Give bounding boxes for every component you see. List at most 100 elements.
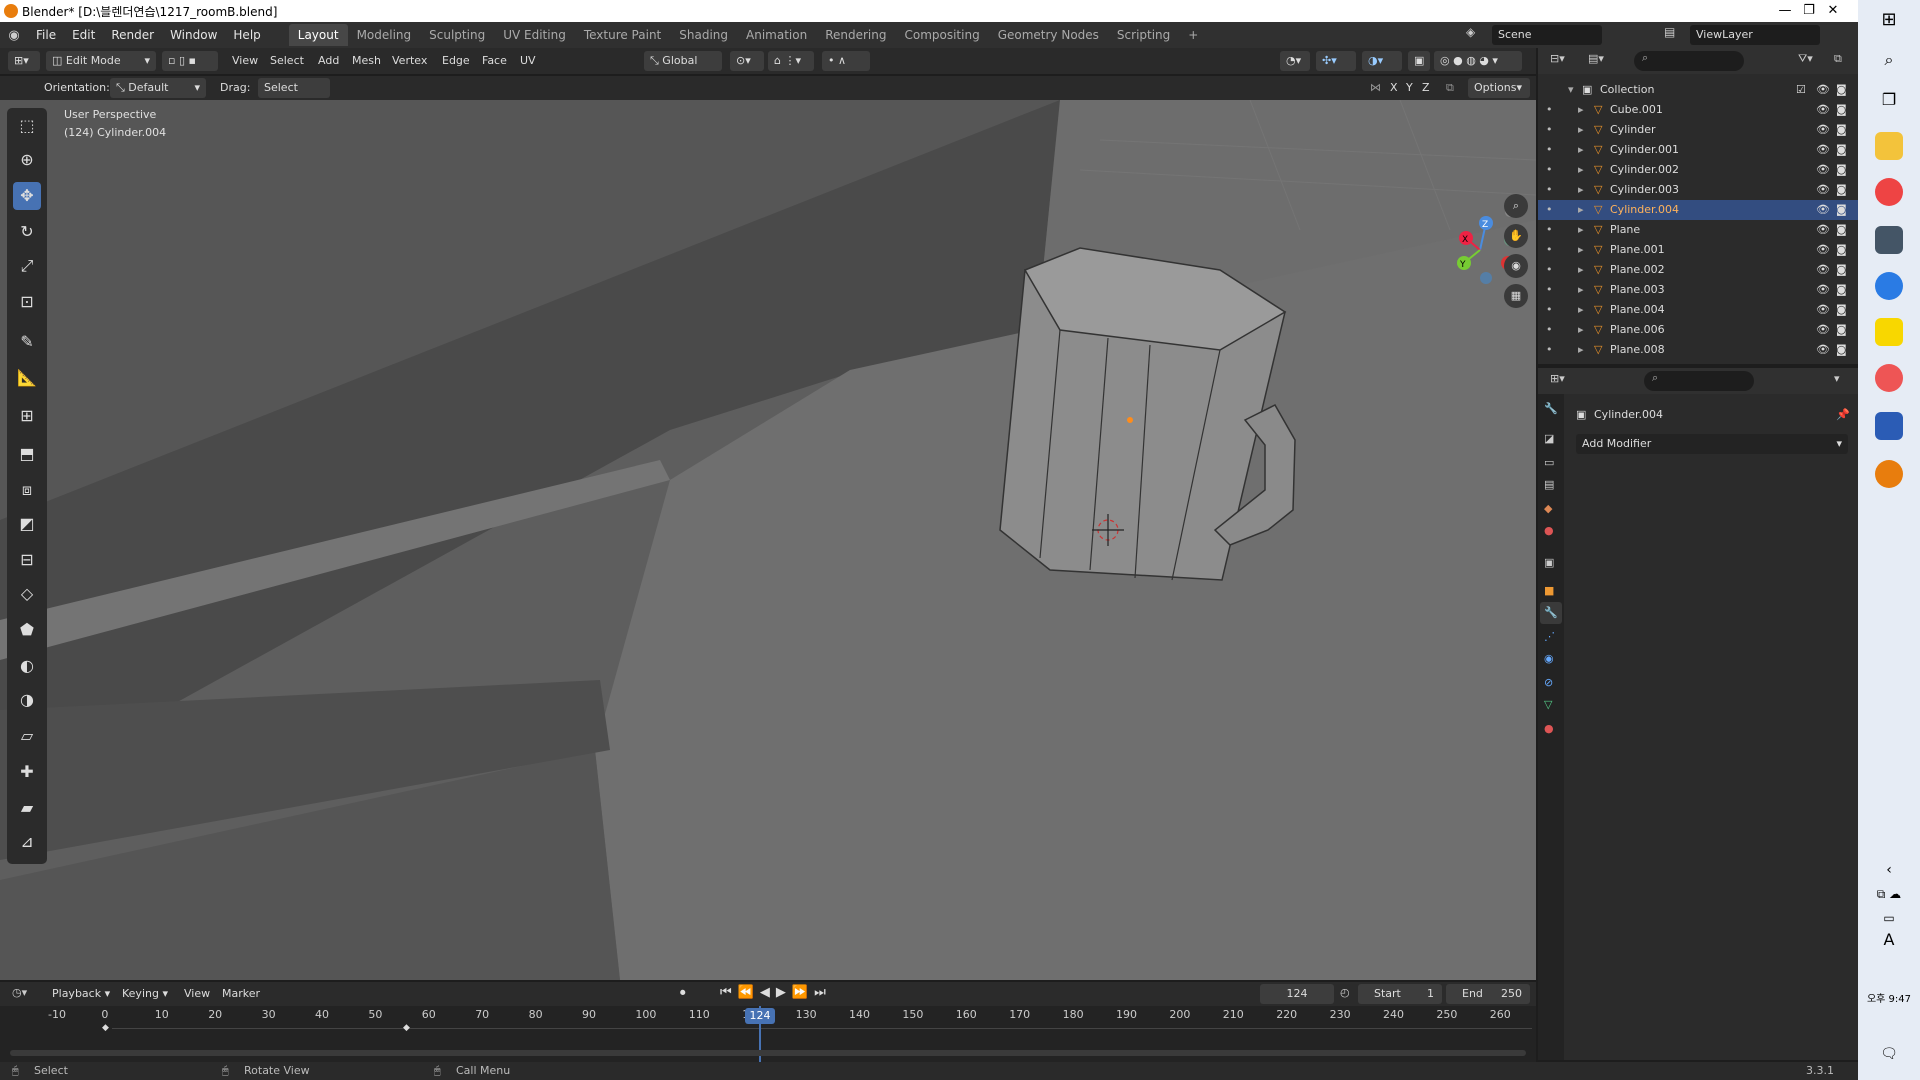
eye-icon[interactable]: 👁 <box>1816 260 1830 280</box>
camera-icon[interactable]: ◙ <box>1836 120 1847 140</box>
close-button[interactable]: ✕ <box>1810 0 1856 22</box>
select-box-icon[interactable]: ⬚ <box>13 112 41 140</box>
eye-icon[interactable]: 👁 <box>1816 280 1830 300</box>
dot-icon[interactable]: • <box>1546 140 1553 160</box>
menu-view[interactable]: View <box>232 51 258 71</box>
eye-icon[interactable]: 👁 <box>1816 100 1830 120</box>
keyframe-diamond[interactable]: ◆ <box>102 1023 109 1033</box>
outliner-item[interactable]: • ▸ ▽ Plane.001 👁 ◙ <box>1538 240 1858 260</box>
tool-tab-icon[interactable]: 🔧 <box>1544 402 1558 415</box>
extrude-tool-icon[interactable]: ⬒ <box>13 440 41 468</box>
shear-tool-icon[interactable]: ▰ <box>13 794 41 822</box>
auto-merge-icon[interactable]: ⧉ <box>1446 78 1454 98</box>
tab-animation[interactable]: Animation <box>737 24 816 46</box>
calculator-icon[interactable] <box>1875 226 1903 254</box>
menu-mesh[interactable]: Mesh <box>352 51 381 71</box>
chevron-right-icon[interactable]: ▸ <box>1578 300 1584 320</box>
tab-geometry-nodes[interactable]: Geometry Nodes <box>989 24 1108 46</box>
menu-uv[interactable]: UV <box>520 51 536 71</box>
camera-icon[interactable]: ◙ <box>1836 300 1847 320</box>
chrome-icon[interactable] <box>1875 178 1903 206</box>
eye-icon[interactable]: 👁 <box>1816 80 1830 100</box>
dot-icon[interactable]: • <box>1546 240 1553 260</box>
annotate-tool-icon[interactable]: ✎ <box>13 328 41 356</box>
chevron-right-icon[interactable]: ▸ <box>1578 200 1584 220</box>
dot-icon[interactable]: • <box>1546 340 1553 360</box>
eye-icon[interactable]: 👁 <box>1816 200 1830 220</box>
windows-start-icon[interactable]: ⊞ <box>1875 6 1903 34</box>
view-layer-tab-icon[interactable]: ▤ <box>1544 478 1554 491</box>
chevron-right-icon[interactable]: ▸ <box>1578 260 1584 280</box>
cursor-tool-icon[interactable]: ⊕ <box>13 146 41 174</box>
scale-tool-icon[interactable]: ⤢ <box>13 252 41 280</box>
chevron-right-icon[interactable]: ▸ <box>1578 240 1584 260</box>
orientation-selector[interactable]: ⤡ Default ▾ <box>110 78 206 98</box>
keyframe-diamond[interactable]: ◆ <box>403 1023 410 1033</box>
camera-icon[interactable]: ◙ <box>1836 80 1847 100</box>
options-button[interactable]: Options▾ <box>1468 78 1530 98</box>
rip-tool-icon[interactable]: ⊿ <box>13 828 41 856</box>
ortho-grid-icon[interactable]: ▦ <box>1504 284 1528 308</box>
collection-tab-icon[interactable]: ▣ <box>1544 556 1554 569</box>
chevron-right-icon[interactable]: ▸ <box>1578 320 1584 340</box>
material-tab-icon[interactable]: ● <box>1544 722 1554 735</box>
task-view-icon[interactable]: ❐ <box>1875 86 1903 114</box>
camera-icon[interactable]: ◙ <box>1836 320 1847 340</box>
knife-tool-icon[interactable]: ◇ <box>13 580 41 608</box>
outliner-item[interactable]: • ▸ ▽ Cylinder 👁 ◙ <box>1538 120 1858 140</box>
playhead-frame-badge[interactable]: 124 <box>745 1008 775 1024</box>
shrink-fatten-tool-icon[interactable]: ✚ <box>13 758 41 786</box>
camera-view-icon[interactable]: ◉ <box>1504 254 1528 278</box>
properties-search-input[interactable]: ⌕ <box>1644 371 1754 391</box>
menu-add[interactable]: Add <box>318 51 339 71</box>
record-icon[interactable]: ⏺ <box>680 986 686 1000</box>
outliner-item[interactable]: • ▸ ▽ Cube.001 👁 ◙ <box>1538 100 1858 120</box>
chevron-right-icon[interactable]: ▸ <box>1578 140 1584 160</box>
eye-icon[interactable]: 👁 <box>1816 180 1830 200</box>
dot-icon[interactable]: • <box>1546 260 1553 280</box>
kakaotalk-icon[interactable] <box>1875 318 1903 346</box>
current-frame-field[interactable]: 124 <box>1260 984 1334 1004</box>
dot-icon[interactable]: • <box>1546 100 1553 120</box>
poly-build-tool-icon[interactable]: ⬟ <box>13 616 41 644</box>
bevel-tool-icon[interactable]: ◩ <box>13 510 41 538</box>
pivot-point-button[interactable]: ⊙▾ <box>730 51 764 71</box>
tab-scripting[interactable]: Scripting <box>1108 24 1179 46</box>
scene-field[interactable]: Scene <box>1492 25 1602 45</box>
playback-controls[interactable]: ⏮⏪◀▶⏩⏭ <box>720 985 832 1000</box>
eye-icon[interactable]: 👁 <box>1816 120 1830 140</box>
blender-taskbar-icon[interactable] <box>1875 460 1903 488</box>
rotate-tool-icon[interactable]: ↻ <box>13 218 41 246</box>
outliner-item[interactable]: • ▸ ▽ Plane.006 👁 ◙ <box>1538 320 1858 340</box>
chevron-right-icon[interactable]: ▸ <box>1578 280 1584 300</box>
eye-icon[interactable]: 👁 <box>1816 160 1830 180</box>
eye-icon[interactable]: 👁 <box>1816 220 1830 240</box>
outliner-item[interactable]: • ▸ ▽ Cylinder.004 👁 ◙ <box>1538 200 1858 220</box>
timeline-editor-icon[interactable]: ◷▾ <box>12 986 27 999</box>
blender-menu-icon[interactable]: ◉ <box>0 28 28 43</box>
scene-tab-icon[interactable]: ◆ <box>1544 502 1552 515</box>
playback-menu[interactable]: Playback ▾ <box>52 987 110 1000</box>
world-tab-icon[interactable]: ● <box>1544 524 1554 537</box>
shading-mode-buttons[interactable]: ◎ ● ◍ ◕ ▾ <box>1434 51 1522 71</box>
mirror-x-toggle[interactable]: X <box>1390 78 1398 98</box>
outliner-item[interactable]: • ▸ ▽ Cylinder.003 👁 ◙ <box>1538 180 1858 200</box>
inset-tool-icon[interactable]: ⧈ <box>13 476 41 504</box>
tab-sculpting[interactable]: Sculpting <box>420 24 494 46</box>
start-frame-field[interactable]: Start 1 <box>1358 984 1442 1004</box>
network-icon[interactable]: ▭ <box>1875 904 1903 932</box>
menu-face[interactable]: Face <box>482 51 507 71</box>
record-app-icon[interactable] <box>1875 272 1903 300</box>
visibility-button[interactable]: ◔▾ <box>1280 51 1310 71</box>
pan-hand-icon[interactable]: ✋ <box>1504 224 1528 248</box>
mode-selector[interactable]: ◫ Edit Mode ▾ <box>46 51 156 71</box>
menu-edit[interactable]: Edit <box>64 28 103 42</box>
camera-icon[interactable]: ◙ <box>1836 220 1847 240</box>
eye-icon[interactable]: 👁 <box>1816 300 1830 320</box>
drag-selector[interactable]: Select Box▾ <box>258 78 330 114</box>
add-modifier-dropdown[interactable]: Add Modifier ▾ <box>1576 434 1848 454</box>
modifier-tab-icon[interactable]: 🔧 <box>1540 602 1562 624</box>
outliner-item[interactable]: • ▸ ▽ Cylinder.001 👁 ◙ <box>1538 140 1858 160</box>
eye-icon[interactable]: 👁 <box>1816 140 1830 160</box>
camera-icon[interactable]: ◙ <box>1836 260 1847 280</box>
